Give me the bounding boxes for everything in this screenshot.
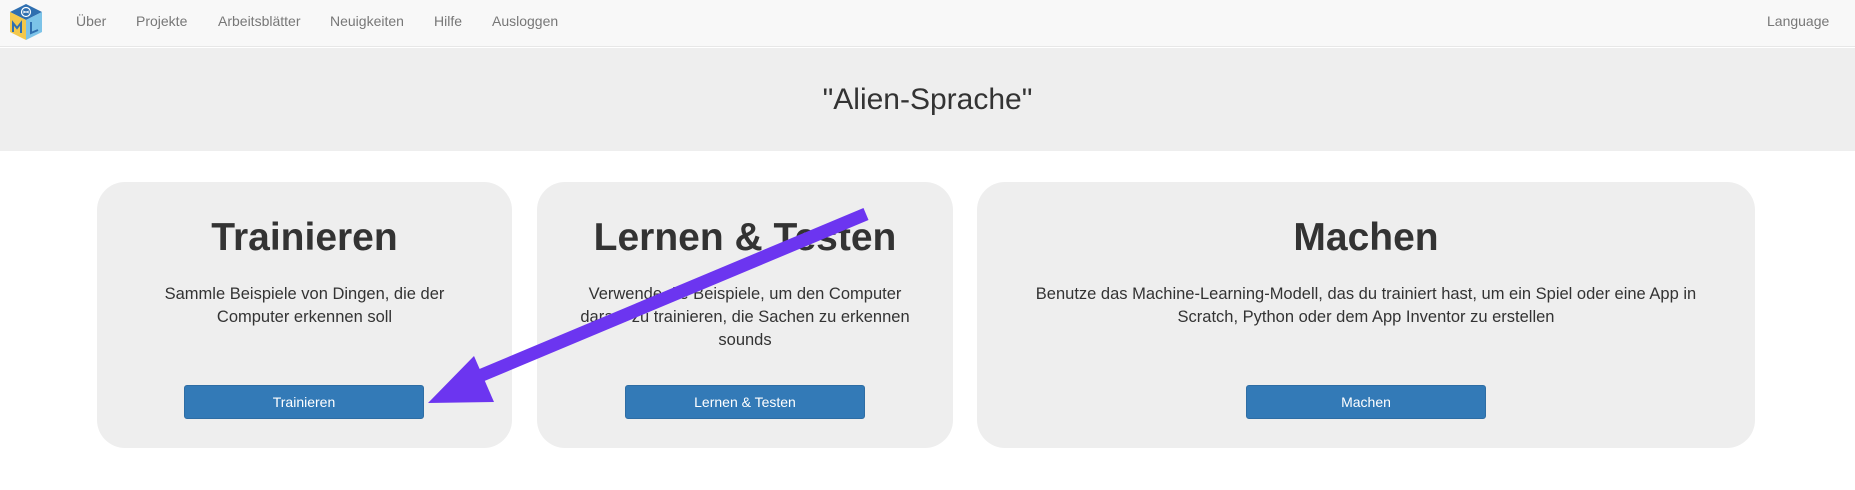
top-navbar: Über Projekte Arbeitsblätter Neuigkeiten… <box>0 0 1855 47</box>
language-menu[interactable]: Language <box>1767 13 1829 29</box>
card-title-lernen-testen: Lernen & Testen <box>593 216 897 259</box>
machen-button[interactable]: Machen <box>1246 385 1486 419</box>
description-line: sounds <box>718 331 772 349</box>
description-line: Computer erkennen soll <box>216 308 393 326</box>
card-lernen-testen: Lernen & Testen Verwende die Beispiele, … <box>537 182 953 448</box>
description-line: Verwende die Beispiele, um den Computer <box>588 285 902 303</box>
description-line: Sammle Beispiele von Dingen, die der <box>164 285 445 303</box>
card-description-trainieren: Sammle Beispiele von Dingen, die der Com… <box>117 283 492 329</box>
nav-link-ausloggen[interactable]: Ausloggen <box>492 13 558 29</box>
card-trainieren: Trainieren Sammle Beispiele von Dingen, … <box>97 182 512 448</box>
nav-link-hilfe[interactable]: Hilfe <box>434 13 462 29</box>
card-machen: Machen Benutze das Machine-Learning-Mode… <box>977 182 1755 448</box>
description-line: Benutze das Machine-Learning-Modell, das… <box>1035 285 1697 303</box>
card-description-lernen-testen: Verwende die Beispiele, um den Computer … <box>557 283 933 352</box>
project-banner: "Alien-Sprache" <box>0 48 1855 151</box>
nav-link-neuigkeiten[interactable]: Neuigkeiten <box>330 13 404 29</box>
card-description-machen: Benutze das Machine-Learning-Modell, das… <box>997 283 1735 329</box>
nav-link-projekte[interactable]: Projekte <box>136 13 187 29</box>
card-title-trainieren: Trainieren <box>211 216 398 259</box>
ml-cube-logo[interactable] <box>7 2 45 42</box>
trainieren-button[interactable]: Trainieren <box>184 385 424 419</box>
nav-link-ueber[interactable]: Über <box>76 13 106 29</box>
description-line: Scratch, Python oder dem App Inventor zu… <box>1177 308 1555 326</box>
description-line: darauf zu trainieren, die Sachen zu erke… <box>580 308 910 326</box>
nav-link-arbeitsblaetter[interactable]: Arbeitsblätter <box>218 13 300 29</box>
lernen-testen-button[interactable]: Lernen & Testen <box>625 385 865 419</box>
card-title-machen: Machen <box>1293 216 1439 259</box>
project-title: "Alien-Sprache" <box>822 83 1033 116</box>
